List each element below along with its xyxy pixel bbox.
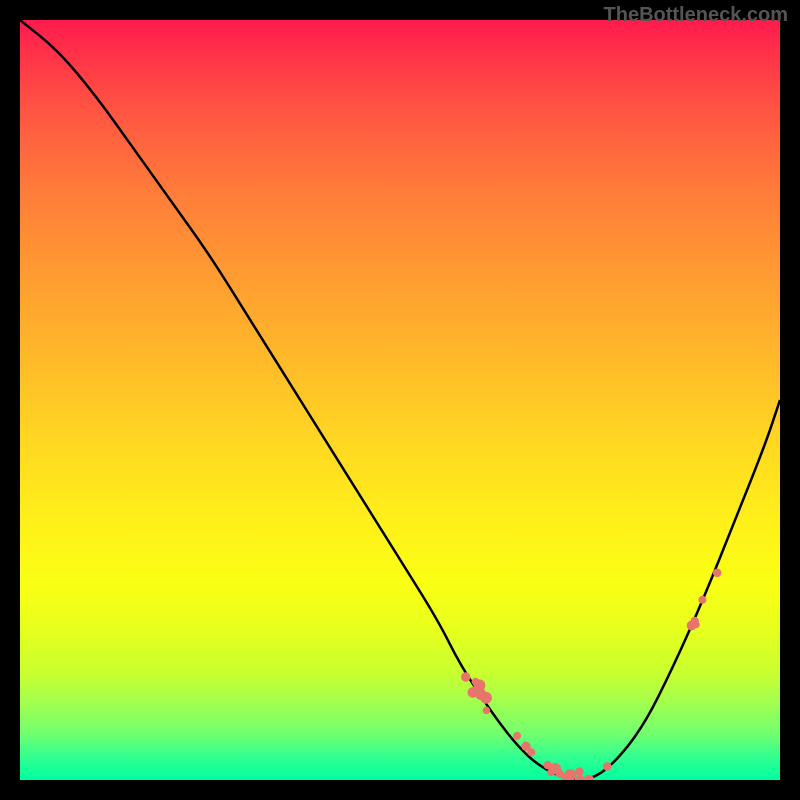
data-point (584, 775, 595, 780)
bottleneck-curve-path (20, 20, 780, 780)
data-point (461, 672, 470, 681)
data-point (547, 768, 555, 776)
data-point-markers (461, 569, 722, 781)
watermark-text: TheBottleneck.com (604, 4, 788, 27)
data-point (603, 762, 612, 771)
data-point (687, 621, 697, 631)
data-point (713, 569, 722, 578)
data-point (555, 770, 564, 779)
data-point (472, 678, 480, 686)
data-point (483, 707, 491, 715)
data-point (513, 732, 521, 740)
data-point (575, 767, 584, 776)
chart-svg (20, 20, 780, 780)
data-point (698, 596, 706, 604)
chart-plot-area (20, 20, 780, 780)
data-point (564, 769, 576, 780)
data-point (527, 748, 535, 756)
